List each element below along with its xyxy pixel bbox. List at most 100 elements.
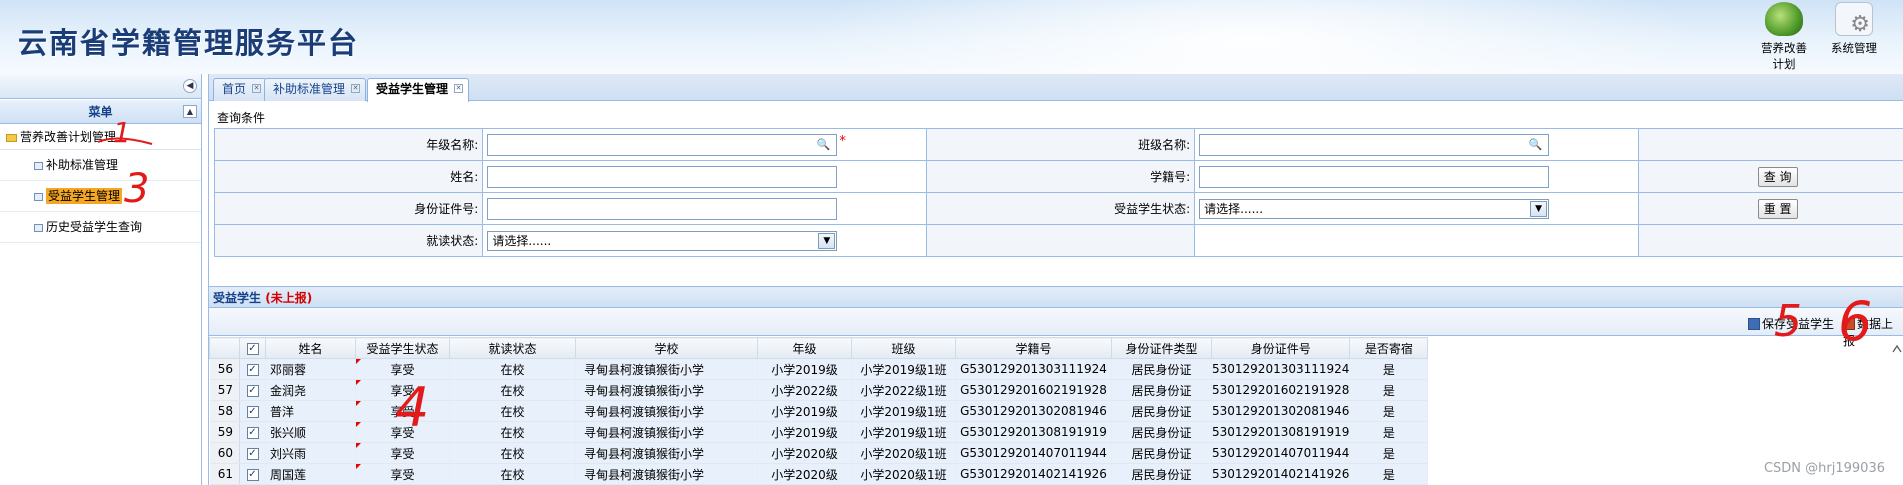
cell-student-no: G530129201402141926: [955, 463, 1112, 485]
cell-benefit-status[interactable]: 享受: [355, 400, 450, 422]
nutrition-plan-button[interactable]: 营养改善 计划: [1748, 2, 1820, 72]
benefit-status-select[interactable]: 请选择...... ▼: [1199, 198, 1550, 219]
name-input[interactable]: [487, 165, 838, 188]
row-checkbox[interactable]: ✓: [239, 379, 266, 401]
row-checkbox[interactable]: ✓: [239, 463, 266, 485]
search-icon[interactable]: [1528, 137, 1542, 152]
app-title: 云南省学籍管理服务平台: [18, 26, 360, 60]
select-all-checkbox[interactable]: ✓: [239, 337, 266, 359]
row-checkbox[interactable]: ✓: [239, 358, 266, 380]
system-settings-button[interactable]: 系统管理: [1818, 2, 1890, 56]
menu-header: 菜单 ▲: [0, 100, 201, 124]
scroll-indicator-icon[interactable]: [1891, 342, 1903, 382]
cell-boarding: 是: [1349, 442, 1429, 464]
cell-benefit-status[interactable]: 享受: [355, 442, 450, 464]
row-checkbox[interactable]: ✓: [239, 442, 266, 464]
tab-beneficiary-students[interactable]: 受益学生管理 ✕: [367, 78, 470, 102]
col-student-no[interactable]: 学籍号: [955, 337, 1112, 359]
table-row[interactable]: 58 ✓ 普洋 享受 在校 寻甸县柯渡镇猴街小学 小学2019级 小学2019级1班 G5301…: [209, 400, 1429, 422]
study-status-value: 请选择......: [492, 233, 552, 248]
sidebar-item-history-query[interactable]: 历史受益学生查询: [0, 212, 201, 243]
cell-grade: 小学2019级: [757, 400, 852, 422]
collapse-up-icon[interactable]: ▲: [183, 105, 197, 118]
cell-benefit-status[interactable]: 享受: [355, 379, 450, 401]
results-panel: 受益学生 (未上报) 保存受益学生 数据上报 ✓ 姓名 受益学生状态 就读状态 …: [209, 286, 1903, 485]
tab-home[interactable]: 首页 ✕: [213, 78, 268, 101]
class-name-input[interactable]: [1199, 133, 1550, 156]
cell-benefit-status[interactable]: 享受: [355, 421, 450, 443]
cell-id-type: 居民身份证: [1111, 400, 1212, 422]
col-id-no[interactable]: 身份证件号: [1210, 337, 1351, 359]
tab-subsidy-standard[interactable]: 补助标准管理 ✕: [264, 78, 367, 101]
cell-class: 小学2022级1班: [851, 379, 956, 401]
required-mark: *: [839, 133, 846, 149]
checkbox-checked-icon: ✓: [246, 426, 259, 439]
cell-id-type: 居民身份证: [1111, 442, 1212, 464]
students-grid: ✓ 姓名 受益学生状态 就读状态 学校 年级 班级 学籍号 身份证件类型 身份证…: [209, 337, 1429, 485]
report-status: (未上报): [265, 291, 313, 305]
col-study-status[interactable]: 就读状态: [449, 337, 576, 359]
col-boarding[interactable]: 是否寄宿: [1349, 337, 1429, 359]
sidebar-item-label: 历史受益学生查询: [46, 220, 143, 234]
row-checkbox[interactable]: ✓: [239, 421, 266, 443]
study-status-select[interactable]: 请选择...... ▼: [487, 230, 838, 251]
student-no-input[interactable]: [1199, 165, 1550, 188]
cell-id-no: 530129201602191928: [1211, 379, 1351, 401]
grade-name-label: 年级名称:: [213, 128, 484, 161]
table-row[interactable]: 57 ✓ 金润尧 享受 在校 寻甸县柯渡镇猴街小学 小学2022级 小学2022级1班 G530…: [209, 379, 1429, 401]
col-class[interactable]: 班级: [851, 337, 956, 359]
query-section-label: 查询条件: [217, 111, 266, 125]
col-grade[interactable]: 年级: [757, 337, 852, 359]
cell-grade: 小学2020级: [757, 442, 852, 464]
table-row[interactable]: 59 ✓ 张兴顺 享受 在校 寻甸县柯渡镇猴街小学 小学2019级 小学2019级1班 G530…: [209, 421, 1429, 443]
upload-icon: [1843, 318, 1855, 330]
col-school[interactable]: 学校: [575, 337, 758, 359]
sidebar-item-subsidy-standard[interactable]: 补助标准管理: [0, 150, 201, 181]
main-panel: 首页 ✕ 补助标准管理 ✕ 受益学生管理 ✕ 查询条件 年级名称: * 班级名称…: [208, 74, 1903, 485]
grid-header-row: ✓ 姓名 受益学生状态 就读状态 学校 年级 班级 学籍号 身份证件类型 身份证…: [209, 337, 1429, 359]
cell-benefit-status[interactable]: 享受: [355, 358, 450, 380]
reset-button[interactable]: 重 置: [1757, 198, 1798, 219]
chevron-down-icon[interactable]: ▼: [818, 232, 836, 249]
cell-name: 周国莲: [265, 463, 356, 485]
folder-icon: [6, 134, 17, 142]
cell-study-status: 在校: [449, 400, 576, 422]
col-id-type[interactable]: 身份证件类型: [1111, 337, 1212, 359]
table-row[interactable]: 60 ✓ 刘兴雨 享受 在校 寻甸县柯渡镇猴街小学 小学2020级 小学2020级1班 G530…: [209, 442, 1429, 464]
menu-group-nutrition[interactable]: 营养改善计划管理: [0, 124, 201, 150]
sidebar-item-label: 补助标准管理: [46, 158, 119, 172]
sidebar: ◀ 菜单 ▲ 营养改善计划管理 补助标准管理 受益学生管理 历史受益学生查询: [0, 74, 202, 485]
document-icon: [34, 193, 43, 201]
student-no-label: 学籍号:: [925, 160, 1196, 193]
collapse-left-icon[interactable]: ◀: [183, 79, 197, 93]
grade-name-input[interactable]: [487, 133, 838, 156]
close-icon[interactable]: ✕: [351, 84, 361, 93]
close-icon[interactable]: ✕: [454, 84, 464, 93]
close-icon[interactable]: ✕: [252, 84, 262, 93]
id-no-input[interactable]: [487, 197, 838, 220]
checkbox-checked-icon: ✓: [246, 405, 259, 418]
cell-benefit-status[interactable]: 享受: [355, 463, 450, 485]
save-icon: [1748, 318, 1760, 330]
app-header: 云南省学籍管理服务平台 营养改善 计划 系统管理: [0, 0, 1903, 74]
cell-study-status: 在校: [449, 442, 576, 464]
col-name[interactable]: 姓名: [265, 337, 356, 359]
table-row[interactable]: 56 ✓ 邓丽蓉 享受 在校 寻甸县柯渡镇猴街小学 小学2019级 小学2019级1班 G530…: [209, 358, 1429, 380]
col-benefit-status[interactable]: 受益学生状态: [355, 337, 450, 359]
cell-grade: 小学2022级: [757, 379, 852, 401]
cell-class: 小学2020级1班: [851, 442, 956, 464]
search-icon[interactable]: [817, 137, 831, 152]
cell-class: 小学2019级1班: [851, 358, 956, 380]
save-beneficiaries-button[interactable]: 保存受益学生: [1748, 315, 1834, 332]
cell-school: 寻甸县柯渡镇猴街小学: [575, 442, 758, 464]
cell-school: 寻甸县柯渡镇猴街小学: [575, 379, 758, 401]
search-button[interactable]: 查 询: [1757, 166, 1798, 187]
cell-id-no: 530129201302081946: [1211, 400, 1351, 422]
sidebar-item-beneficiary-students[interactable]: 受益学生管理: [0, 181, 201, 212]
chevron-down-icon[interactable]: ▼: [1530, 200, 1548, 217]
checkbox-checked-icon: ✓: [246, 363, 259, 376]
row-checkbox[interactable]: ✓: [239, 400, 266, 422]
benefit-status-value: 请选择......: [1204, 201, 1264, 216]
table-row[interactable]: 61 ✓ 周国莲 享受 在校 寻甸县柯渡镇猴街小学 小学2020级 小学2020级1班 G530…: [209, 463, 1429, 485]
tab-bar: 首页 ✕ 补助标准管理 ✕ 受益学生管理 ✕: [209, 74, 1903, 102]
